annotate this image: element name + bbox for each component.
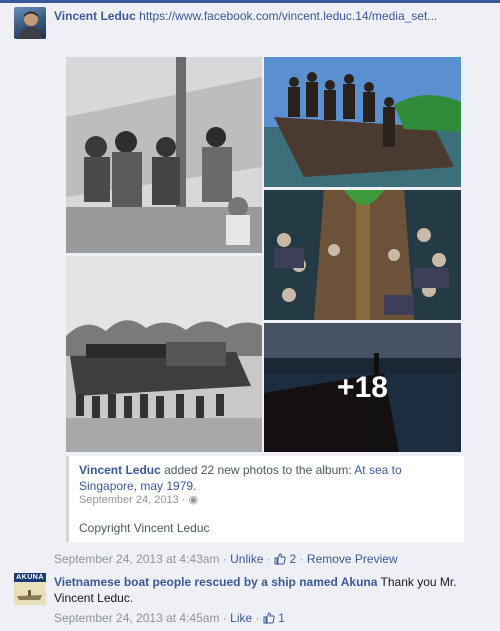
photo-boat-people-on-deck[interactable] (264, 57, 461, 187)
commenter-name[interactable]: Vietnamese boat people rescued by a ship… (54, 575, 377, 589)
avatar-label: AKUNA (14, 573, 46, 582)
photo-collage: +18 (66, 57, 461, 452)
remove-preview-button[interactable]: Remove Preview (307, 552, 398, 566)
shared-album-box: Vincent Leduc added 22 new photos to the… (66, 456, 464, 542)
comment-like-thumb-icon (263, 612, 275, 624)
author-avatar[interactable] (14, 7, 46, 39)
author-name[interactable]: Vincent Leduc (54, 9, 136, 23)
photo-boat-at-sea[interactable]: +18 (264, 323, 461, 452)
unlike-button[interactable]: Unlike (230, 552, 263, 566)
album-date-text: September 24, 2013 · (79, 494, 189, 506)
post-timestamp[interactable]: September 24, 2013 at 4:43am (54, 552, 219, 566)
post-link[interactable]: https://www.facebook.com/vincent.leduc.1… (139, 9, 437, 23)
album-author[interactable]: Vincent Leduc (79, 463, 161, 477)
comment-actions: September 24, 2013 at 4:45am · Like · 1 (54, 611, 285, 625)
album-caption: Copyright Vincent Leduc (79, 521, 210, 535)
album-action-text: added 22 new photos to the album: (160, 463, 355, 477)
post-header-line: Vincent Leduc https://www.facebook.com/v… (54, 9, 494, 23)
photo-crowded-boat[interactable] (264, 190, 461, 320)
album-summary: Vincent Leduc added 22 new photos to the… (79, 462, 449, 494)
comment-like-button[interactable]: Like (230, 611, 252, 625)
like-thumb-icon (274, 553, 286, 565)
photo-family-under-tarp[interactable] (66, 57, 262, 253)
comment-like-count[interactable]: 1 (278, 611, 285, 625)
album-date: September 24, 2013 · ◉ (79, 493, 198, 506)
more-photos-overlay[interactable]: +18 (264, 323, 461, 452)
post-actions: September 24, 2013 at 4:43am · Unlike · … (54, 552, 398, 566)
post-header: Vincent Leduc https://www.facebook.com/v… (14, 7, 494, 41)
globe-icon: ◉ (188, 494, 199, 506)
commenter-avatar[interactable]: AKUNA (14, 573, 46, 605)
top-bar (0, 0, 500, 3)
comment: AKUNA Vietnamese boat people rescued by … (14, 573, 494, 607)
comment-body: Vietnamese boat people rescued by a ship… (54, 574, 474, 606)
photo-boat-landing[interactable] (66, 256, 262, 452)
comment-timestamp[interactable]: September 24, 2013 at 4:45am (54, 611, 219, 625)
like-count[interactable]: 2 (290, 552, 297, 566)
